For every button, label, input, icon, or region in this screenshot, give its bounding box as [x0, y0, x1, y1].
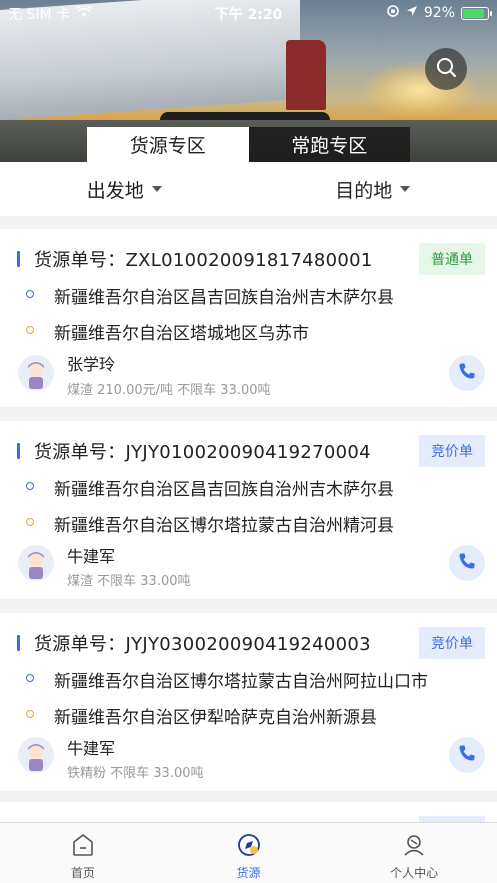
search-icon — [435, 56, 457, 82]
phone-icon — [458, 552, 476, 574]
destination-filter[interactable]: 目的地 — [249, 162, 497, 216]
origin-address: 新疆维吾尔自治区博尔塔拉蒙古自治州阿拉山口市 — [54, 672, 428, 692]
origin-row: 新疆维吾尔自治区昌吉回族自治州吉木萨尔县 — [0, 471, 497, 501]
order-number: 货源单号：ZXL010020091817480001 — [34, 250, 373, 271]
destination-row: 新疆维吾尔自治区塔城地区乌苏市 — [0, 315, 497, 345]
cargo-meta: 煤渣 不限车 33.00吨 — [67, 574, 191, 589]
origin-dot-icon — [26, 290, 34, 298]
nav-cargo[interactable]: 货源 — [166, 823, 332, 883]
phone-icon — [458, 744, 476, 766]
origin-address: 新疆维吾尔自治区昌吉回族自治州吉木萨尔县 — [54, 288, 394, 308]
cargo-card[interactable]: 货源单号：JYJY030020090419240003 竞价单 新疆维吾尔自治区… — [0, 613, 497, 791]
compass-icon — [236, 833, 262, 860]
nav-home-label: 首页 — [70, 866, 95, 880]
contact-name: 牛建军 — [67, 547, 116, 566]
avatar — [18, 737, 54, 773]
contact-name: 牛建军 — [67, 739, 116, 758]
nav-cargo-label: 货源 — [236, 866, 261, 880]
origin-dot-icon — [26, 482, 34, 490]
cargo-card[interactable]: 货源单号：JYJY010020090419270004 竞价单 新疆维吾尔自治区… — [0, 421, 497, 599]
destination-address: 新疆维吾尔自治区伊犁哈萨克自治州新源县 — [54, 708, 377, 728]
destination-filter-label: 目的地 — [335, 179, 393, 202]
origin-filter-label: 出发地 — [86, 179, 144, 202]
search-button[interactable] — [425, 48, 467, 90]
zone-tabs: 货源专区 常跑专区 — [87, 127, 410, 162]
user-center-icon — [401, 833, 427, 860]
origin-row: 新疆维吾尔自治区昌吉回族自治州吉木萨尔县 — [0, 279, 497, 309]
cargo-card[interactable]: 货源单号：ZXL010020091817480001 普通单 新疆维吾尔自治区昌… — [0, 229, 497, 407]
caret-down-icon — [151, 186, 162, 192]
cargo-meta: 煤渣 210.00元/吨 不限车 33.00吨 — [67, 383, 271, 398]
destination-row: 新疆维吾尔自治区博尔塔拉蒙古自治州精河县 — [0, 507, 497, 537]
origin-filter[interactable]: 出发地 — [0, 162, 249, 216]
call-button[interactable] — [449, 355, 485, 391]
order-number: 货源单号：JYJY030020090419240003 — [34, 634, 371, 655]
cargo-meta: 铁精粉 不限车 33.00吨 — [67, 766, 204, 781]
destination-dot-icon — [26, 710, 34, 718]
orientation-lock-icon — [386, 4, 400, 22]
origin-row: 新疆维吾尔自治区博尔塔拉蒙古自治州阿拉山口市 — [0, 663, 497, 693]
bottom-tab-bar: 首页 货源 个人中心 — [0, 822, 497, 883]
app-screen: 无 SIM 卡 下午 2:20 92% 货源专区 常跑专区 出发地 目的地 货源… — [0, 0, 497, 883]
location-icon — [406, 5, 418, 21]
status-bar: 无 SIM 卡 下午 2:20 92% — [0, 0, 497, 26]
order-type-badge: 普通单 — [419, 243, 485, 275]
order-number: 货源单号：JYJY010020090419270004 — [34, 442, 371, 463]
avatar — [18, 545, 54, 581]
caret-down-icon — [400, 186, 411, 192]
nav-user-center-label: 个人中心 — [390, 866, 439, 880]
destination-dot-icon — [26, 326, 34, 334]
tab-cargo-zone[interactable]: 货源专区 — [87, 127, 249, 162]
destination-address: 新疆维吾尔自治区博尔塔拉蒙古自治州精河县 — [54, 516, 394, 536]
destination-address: 新疆维吾尔自治区塔城地区乌苏市 — [54, 324, 309, 344]
phone-icon — [458, 362, 476, 384]
home-icon — [70, 833, 96, 860]
avatar — [18, 355, 54, 391]
nav-home[interactable]: 首页 — [0, 823, 166, 883]
origin-address: 新疆维吾尔自治区昌吉回族自治州吉木萨尔县 — [54, 480, 394, 500]
destination-dot-icon — [26, 518, 34, 526]
order-type-badge: 竞价单 — [419, 627, 485, 659]
tab-regular-route-zone[interactable]: 常跑专区 — [248, 127, 410, 162]
filter-bar: 出发地 目的地 — [0, 162, 497, 216]
nav-user-center[interactable]: 个人中心 — [331, 823, 497, 883]
order-type-badge: 竞价单 — [419, 435, 485, 467]
battery-percent: 92% — [423, 5, 455, 21]
call-button[interactable] — [449, 737, 485, 773]
origin-dot-icon — [26, 674, 34, 682]
destination-row: 新疆维吾尔自治区伊犁哈萨克自治州新源县 — [0, 699, 497, 729]
contact-name: 张学玲 — [67, 355, 116, 374]
call-button[interactable] — [449, 545, 485, 581]
battery-icon — [461, 6, 492, 20]
